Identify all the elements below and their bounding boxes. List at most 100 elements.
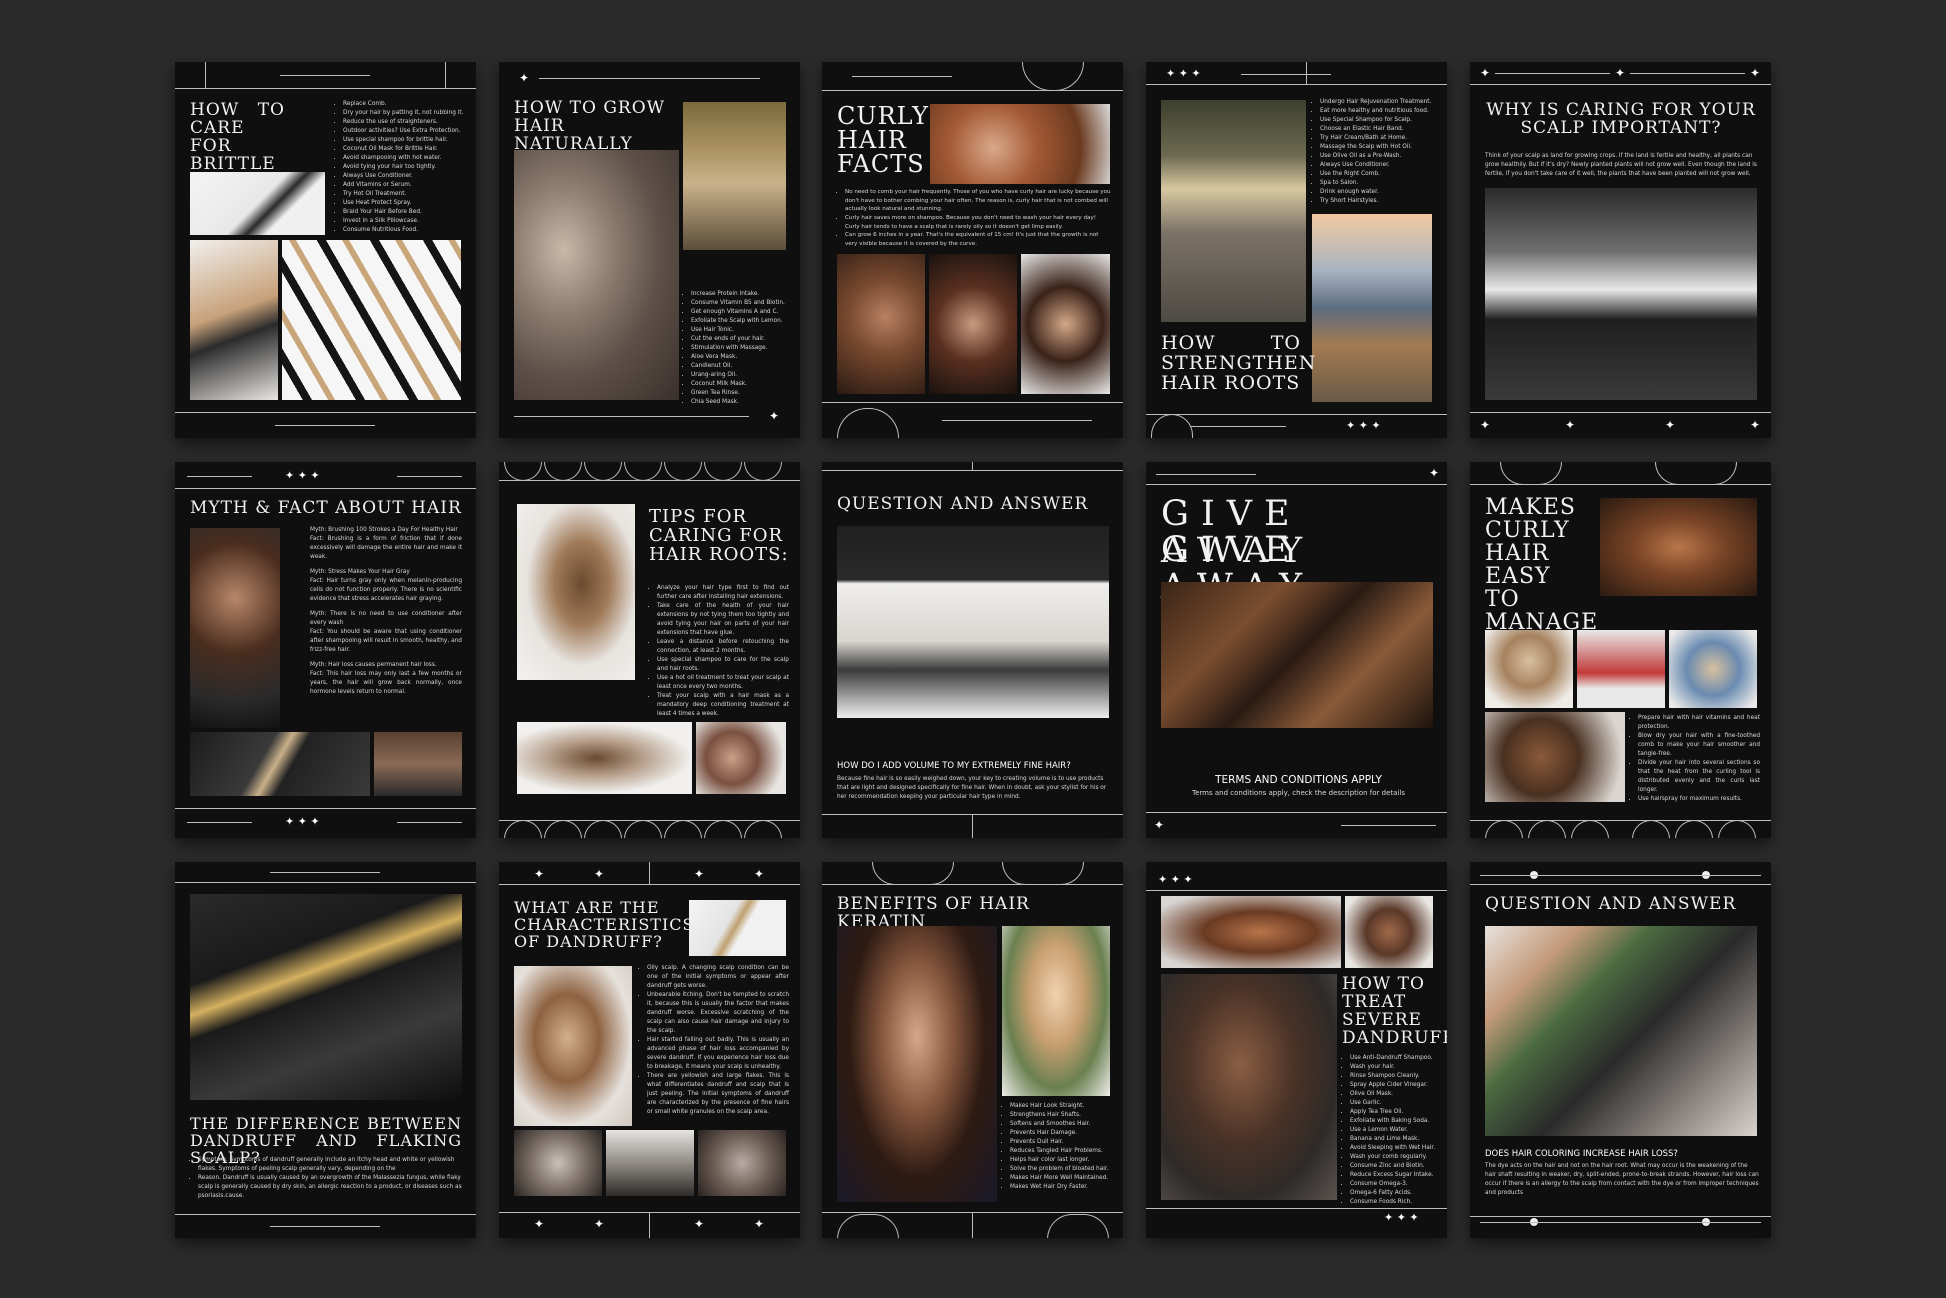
list-item: Blow dry your hair with a fine-toothed c…: [1638, 732, 1760, 759]
list-item: Use Anti-Dandruff Shampoo.: [1350, 1054, 1442, 1063]
list-item: No need to comb your hair frequently. Th…: [845, 188, 1112, 214]
card-title: HOW TO TREAT SEVERE DANDRUFF: [1342, 974, 1447, 1048]
divider: [1146, 484, 1447, 485]
list-item: Reduces Tangled Hair Problems.: [1010, 1147, 1112, 1156]
divider: [1480, 1222, 1761, 1223]
divider: [175, 882, 476, 883]
list-item: Apply Tea Tree Oil.: [1350, 1108, 1442, 1117]
terms-heading: TERMS AND CONDITIONS APPLY: [1215, 774, 1382, 786]
photo-salon-interior: [1485, 188, 1757, 400]
divider: [1470, 412, 1771, 413]
decorative-arc: [1002, 862, 1084, 885]
list-item: Massage the Scalp with Hot Oil.: [1320, 143, 1442, 152]
terms-subtext: Terms and conditions apply, check the de…: [1192, 789, 1405, 797]
divider: [649, 862, 650, 884]
fact-text: Fact: Brushing is a form of friction tha…: [310, 535, 462, 560]
divider: [175, 488, 476, 489]
photo-salon-stylist: [606, 1130, 694, 1196]
list-item: Analyze your hair type first to find out…: [657, 584, 789, 602]
arrow-line: [942, 420, 1092, 421]
photo-curly-portrait-3: [1021, 254, 1110, 394]
sparkle-icon: ✦: [534, 1217, 545, 1231]
list-item: Use the Right Comb.: [1320, 170, 1442, 179]
list-item: Strengthens Hair Shafts.: [1010, 1111, 1112, 1120]
question-text: HOW DO I ADD VOLUME TO MY EXTREMELY FINE…: [837, 761, 1071, 771]
template-card-curly-facts[interactable]: CURLY HAIR FACTS No need to comb your ha…: [822, 62, 1123, 438]
divider: [822, 402, 1123, 403]
template-card-dandruff-characteristics[interactable]: ✦ ✦ ✦ ✦ WHAT ARE THE CHARACTERISTICS OF …: [499, 862, 800, 1238]
decorative-arc: [1528, 820, 1566, 838]
card-title: QUESTION AND ANSWER: [837, 494, 1089, 514]
body-text: Think of your scalp as land for growing …: [1485, 153, 1757, 177]
template-card-myth-fact[interactable]: ✦ ✦ ✦ MYTH & FACT ABOUT HAIR Myth: Brush…: [175, 462, 476, 838]
list-item: Take care of the health of your hair ext…: [657, 602, 789, 638]
sparkle-icon: ✦: [1750, 418, 1761, 432]
list-item: Undergo Hair Rejuvenation Treatment.: [1320, 98, 1442, 107]
list-item: Olive Oil Mask.: [1350, 1090, 1442, 1099]
photo-salon-cape: [190, 528, 280, 728]
template-card-treat-dandruff[interactable]: ✦ ✦ ✦ HOW TO TREAT SEVERE DANDRUFF Use A…: [1146, 862, 1447, 1238]
template-card-grow-hair[interactable]: ✦ HOW TO GROW HAIR NATURALLY Increase Pr…: [499, 62, 800, 438]
list-item: Try Hair Cream/Bath at Home.: [1320, 134, 1442, 143]
template-card-scalp-important[interactable]: ✦ ✦ ✦ WHY IS CARING FOR YOUR SCALP IMPOR…: [1470, 62, 1771, 438]
decorative-arc: [584, 820, 622, 838]
divider: [1306, 62, 1307, 84]
divider: [972, 814, 973, 838]
bullet-list: Makes Hair Look Straight. Strengthens Ha…: [1002, 1102, 1112, 1192]
list-item: Stimulation with Massage.: [691, 344, 793, 353]
decorative-arc: [1047, 1214, 1109, 1238]
photo-curly-portrait-2: [929, 254, 1017, 394]
photo-curly-woman: [930, 104, 1110, 184]
template-card-hair-roots[interactable]: ✦ ✦ ✦ Undergo Hair Rejuvenation Treatmen…: [1146, 62, 1447, 438]
template-card-qa-coloring[interactable]: QUESTION AND ANSWER DOES HAIR COLORING I…: [1470, 862, 1771, 1238]
photo-combs-brushes: [282, 240, 461, 400]
photo-woman-profile: [1345, 896, 1433, 968]
sparkle-icon: ✦: [1665, 418, 1676, 432]
decorative-arc: [1655, 462, 1737, 485]
bullet-list: Analyze your hair type first to find out…: [649, 584, 789, 719]
list-item: Invest in a Silk Pillowcase.: [343, 217, 470, 226]
card-title: QUESTION AND ANSWER: [1485, 894, 1737, 914]
list-item: Consume Vitamin B5 and Biotin.: [691, 299, 793, 308]
arrow-line: [187, 476, 252, 477]
decorative-arc: [624, 462, 662, 481]
divider: [175, 88, 476, 89]
list-item: Avoid Sleeping with Wet Hair.: [1350, 1144, 1442, 1153]
list-item: Use special shampoo for brittle hair.: [343, 136, 470, 145]
arrow-line: [280, 75, 370, 76]
photo-hair-wash: [837, 526, 1109, 718]
list-item: Add Vitamins or Serum.: [343, 181, 470, 190]
list-item: Exfoliate with Baking Soda.: [1350, 1117, 1442, 1126]
list-item: Omega-6 Fatty Acids.: [1350, 1189, 1442, 1198]
template-card-brittle-hair[interactable]: HOW TO CARE FOR BRITTLE HAIR Replace Com…: [175, 62, 476, 438]
template-card-curly-manage[interactable]: MAKES CURLY HAIR EASY TO MANAGE Prepare …: [1470, 462, 1771, 838]
photo-bun-hairstyle: [1485, 712, 1625, 802]
arrow-line: [1341, 825, 1436, 826]
card-title: HOW TO GROW HAIR NATURALLY: [514, 98, 666, 154]
list-item: Use a hot oil treatment to treat your sc…: [657, 674, 789, 692]
decorative-arc: [1718, 820, 1756, 838]
template-card-giveaway[interactable]: ✦ GIVE AWAY GIVE AWAY TERMS AND CONDITIO…: [1146, 462, 1447, 838]
decorative-arc: [1632, 820, 1670, 838]
template-card-dandruff-vs-flaking[interactable]: THE DIFFERENCE BETWEEN DANDRUFF AND FLAK…: [175, 862, 476, 1238]
sparkle-icon: ✦: [594, 867, 605, 881]
bullet-list: Oily scalp. A changing scalp condition c…: [639, 964, 789, 1117]
sparkle-icon: ✦: [694, 1217, 705, 1231]
divider: [1470, 84, 1771, 85]
list-item: Use a Lemon Water.: [1350, 1126, 1442, 1135]
list-item: Always Use Conditioner.: [343, 172, 470, 181]
list-item: Coconut Milk Mask.: [691, 380, 793, 389]
template-card-qa-volume[interactable]: QUESTION AND ANSWER HOW DO I ADD VOLUME …: [822, 462, 1123, 838]
sparkle-icon: ✦ ✦ ✦: [1384, 1211, 1419, 1224]
divider: [175, 412, 476, 413]
card-title: CURLY HAIR FACTS: [837, 102, 929, 178]
decorative-arc: [1675, 820, 1713, 838]
list-item: Reduce Excess Sugar Intake.: [1350, 1171, 1442, 1180]
template-card-keratin[interactable]: BENEFITS OF HAIR KERATIN Makes Hair Look…: [822, 862, 1123, 1238]
list-item: Helps hair color last longer.: [1010, 1156, 1112, 1165]
photo-updo-styling: [514, 966, 632, 1126]
list-item: Use hairspray for maximum results.: [1638, 795, 1760, 804]
template-card-tips-roots[interactable]: TIPS FOR CARING FOR HAIR ROOTS: Analyze …: [499, 462, 800, 838]
divider: [1480, 875, 1761, 876]
myth-text: Myth: There is no need to use conditione…: [310, 610, 462, 626]
